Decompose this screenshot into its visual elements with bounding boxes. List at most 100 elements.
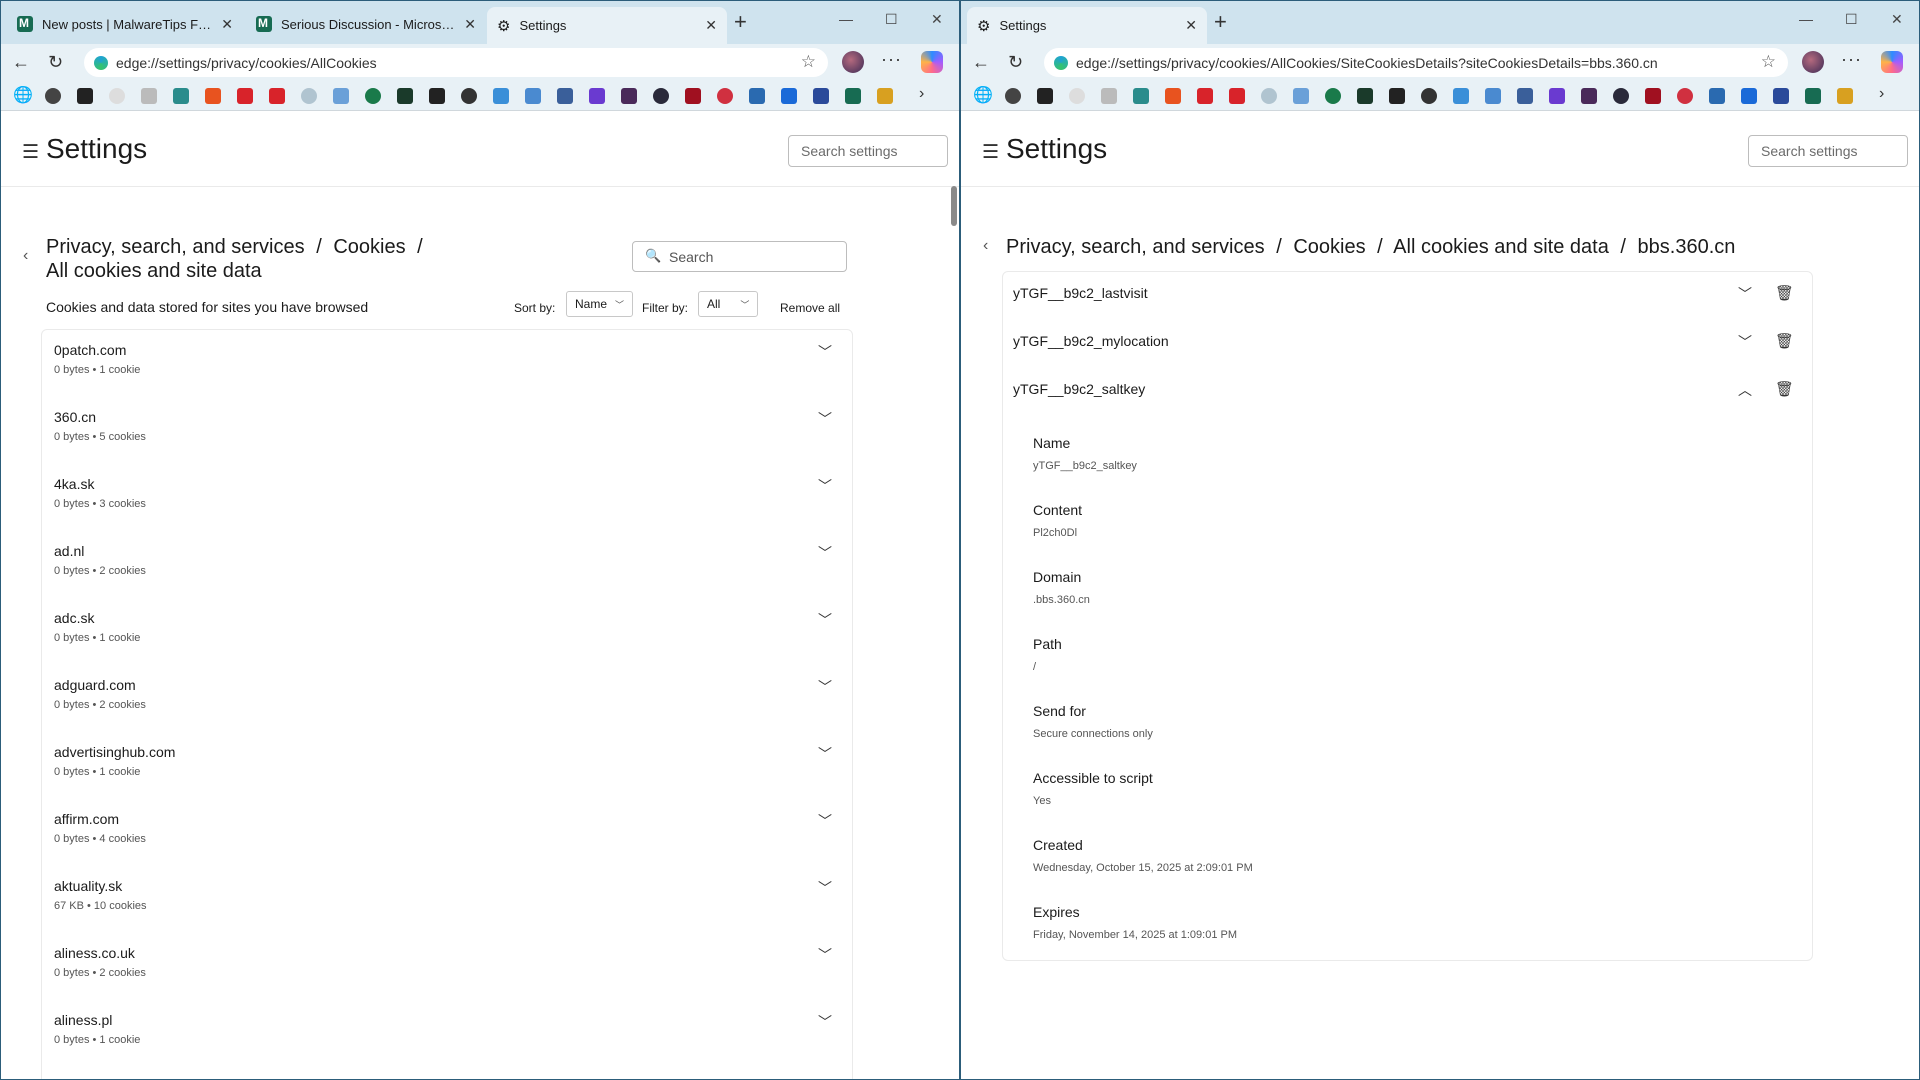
chevron-down-icon[interactable]: ﹀ xyxy=(818,811,832,831)
favorite-site-icon[interactable] xyxy=(109,88,125,104)
chevron-right-icon[interactable]: › xyxy=(919,85,924,103)
favorite-site-icon[interactable] xyxy=(493,88,509,104)
search-settings-input[interactable]: Search settings xyxy=(1748,135,1908,167)
favorite-site-icon[interactable] xyxy=(461,88,477,104)
favorite-site-icon[interactable] xyxy=(685,88,701,104)
trash-icon[interactable]: 🗑 xyxy=(1775,284,1794,302)
close-tab-icon[interactable]: ✕ xyxy=(705,17,717,34)
favorite-site-icon[interactable] xyxy=(1517,88,1533,104)
favorite-site-icon[interactable] xyxy=(1101,88,1117,104)
breadcrumb-privacy[interactable]: Privacy, search, and services xyxy=(1006,236,1265,258)
favorite-site-icon[interactable] xyxy=(1805,88,1821,104)
favorite-site-icon[interactable] xyxy=(365,88,381,104)
favorite-site-icon[interactable] xyxy=(845,88,861,104)
more-options-icon[interactable]: ··· xyxy=(1841,49,1862,70)
maximize-icon[interactable]: ☐ xyxy=(1845,11,1858,28)
history-icon[interactable] xyxy=(45,88,61,104)
history-icon[interactable] xyxy=(1005,88,1021,104)
breadcrumb-cookies[interactable]: Cookies xyxy=(333,236,405,258)
menu-icon[interactable]: ☰ xyxy=(22,141,39,164)
minimize-icon[interactable]: — xyxy=(1799,11,1813,27)
trash-icon[interactable]: 🗑 xyxy=(1775,332,1794,350)
favorite-site-icon[interactable] xyxy=(269,88,285,104)
favorite-site-icon[interactable] xyxy=(1485,88,1501,104)
favorite-site-icon[interactable] xyxy=(1837,88,1853,104)
close-tab-icon[interactable]: ✕ xyxy=(464,16,476,33)
favorite-site-icon[interactable] xyxy=(1261,88,1277,104)
favorite-site-icon[interactable] xyxy=(877,88,893,104)
cookie-search-input[interactable]: 🔍 Search xyxy=(632,241,847,272)
address-bar[interactable]: edge://settings/privacy/cookies/AllCooki… xyxy=(1044,48,1788,77)
list-item[interactable]: 0patch.com 0 bytes • 1 cookie ﹀ xyxy=(42,330,852,397)
back-chevron-icon[interactable]: ‹ xyxy=(23,247,28,265)
tab-settings[interactable]: ⚙ Settings ✕ xyxy=(487,7,727,44)
favorite-site-icon[interactable] xyxy=(749,88,765,104)
new-tab-icon[interactable]: + xyxy=(734,11,747,33)
list-item[interactable]: advertisinghub.com 0 bytes • 1 cookie ﹀ xyxy=(42,732,852,799)
list-item[interactable]: 4ka.sk 0 bytes • 3 cookies ﹀ xyxy=(42,464,852,531)
cookie-row[interactable]: yTGF__b9c2_mylocation ﹀ 🗑 xyxy=(1003,320,1812,368)
back-icon[interactable]: ← xyxy=(12,51,30,73)
sort-select[interactable]: Name ﹀ xyxy=(566,291,634,317)
chevron-down-icon[interactable]: ﹀ xyxy=(818,610,832,630)
favorite-site-icon[interactable] xyxy=(1133,88,1149,104)
cookie-row-expanded[interactable]: yTGF__b9c2_saltkey ︿ 🗑 xyxy=(1003,368,1812,416)
avatar[interactable] xyxy=(1802,51,1824,73)
tab-serious-discussion[interactable]: Serious Discussion - Microsoft Ed ✕ xyxy=(246,7,486,41)
list-item[interactable]: aliness.pl 0 bytes • 1 cookie ﹀ xyxy=(42,1000,852,1067)
favorite-site-icon[interactable] xyxy=(1293,88,1309,104)
favorite-site-icon[interactable] xyxy=(1165,88,1181,104)
filter-select[interactable]: All ﹀ xyxy=(698,291,759,317)
globe-icon[interactable]: 🌐 xyxy=(13,85,33,105)
favorite-site-icon[interactable] xyxy=(1741,88,1757,104)
back-icon[interactable]: ← xyxy=(972,51,990,73)
chevron-down-icon[interactable]: ﹀ xyxy=(818,342,832,362)
list-item[interactable]: adc.sk 0 bytes • 1 cookie ﹀ xyxy=(42,598,852,665)
favorite-site-icon[interactable] xyxy=(717,88,733,104)
close-window-icon[interactable]: ✕ xyxy=(1891,11,1903,28)
search-settings-input[interactable]: Search settings xyxy=(788,135,948,167)
list-item[interactable]: aliness.co.uk 0 bytes • 2 cookies ﹀ xyxy=(42,933,852,1000)
favorite-site-icon[interactable] xyxy=(173,88,189,104)
list-item[interactable]: adguard.com 0 bytes • 2 cookies ﹀ xyxy=(42,665,852,732)
favorite-site-icon[interactable] xyxy=(429,88,445,104)
favorite-site-icon[interactable] xyxy=(1709,88,1725,104)
chevron-up-icon[interactable]: ︿ xyxy=(1738,380,1752,400)
chevron-down-icon[interactable]: ﹀ xyxy=(818,945,832,965)
favorite-site-icon[interactable] xyxy=(1613,88,1629,104)
globe-icon[interactable]: 🌐 xyxy=(973,85,993,105)
breadcrumb-cookies[interactable]: Cookies xyxy=(1293,236,1365,258)
list-item[interactable]: aktuality.sk 67 KB • 10 cookies ﹀ xyxy=(42,866,852,933)
chevron-down-icon[interactable]: ﹀ xyxy=(818,476,832,496)
favorite-site-icon[interactable] xyxy=(1389,88,1405,104)
favorite-star-icon[interactable]: ☆ xyxy=(1761,52,1776,72)
close-tab-icon[interactable]: ✕ xyxy=(1185,17,1197,34)
scrollbar-thumb[interactable] xyxy=(951,186,957,226)
new-tab-icon[interactable]: + xyxy=(1214,11,1227,33)
chevron-down-icon[interactable]: ﹀ xyxy=(818,409,832,429)
address-bar[interactable]: edge://settings/privacy/cookies/AllCooki… xyxy=(84,48,828,77)
favorite-site-icon[interactable] xyxy=(525,88,541,104)
favorite-site-icon[interactable] xyxy=(1229,88,1245,104)
favorite-site-icon[interactable] xyxy=(397,88,413,104)
copilot-icon[interactable] xyxy=(1881,51,1903,73)
favorite-site-icon[interactable] xyxy=(1773,88,1789,104)
close-tab-icon[interactable]: ✕ xyxy=(221,16,233,33)
favorite-site-icon[interactable] xyxy=(1453,88,1469,104)
favorite-site-icon[interactable] xyxy=(653,88,669,104)
favorite-site-icon[interactable] xyxy=(1581,88,1597,104)
chevron-down-icon[interactable]: ﹀ xyxy=(818,878,832,898)
tab-settings[interactable]: ⚙ Settings ✕ xyxy=(967,7,1207,44)
minimize-icon[interactable]: — xyxy=(839,11,853,27)
menu-icon[interactable]: ☰ xyxy=(982,141,999,164)
tab-malwaretips-new-posts[interactable]: New posts | MalwareTips Forums ✕ xyxy=(7,7,243,41)
copilot-icon[interactable] xyxy=(921,51,943,73)
back-chevron-icon[interactable]: ‹ xyxy=(983,237,988,255)
favorite-site-icon[interactable] xyxy=(141,88,157,104)
maximize-icon[interactable]: ☐ xyxy=(885,11,898,28)
chevron-down-icon[interactable]: ﹀ xyxy=(1738,284,1752,304)
favorite-site-icon[interactable] xyxy=(237,88,253,104)
refresh-icon[interactable]: ↻ xyxy=(48,51,63,73)
close-window-icon[interactable]: ✕ xyxy=(931,11,943,28)
favorite-site-icon[interactable] xyxy=(621,88,637,104)
